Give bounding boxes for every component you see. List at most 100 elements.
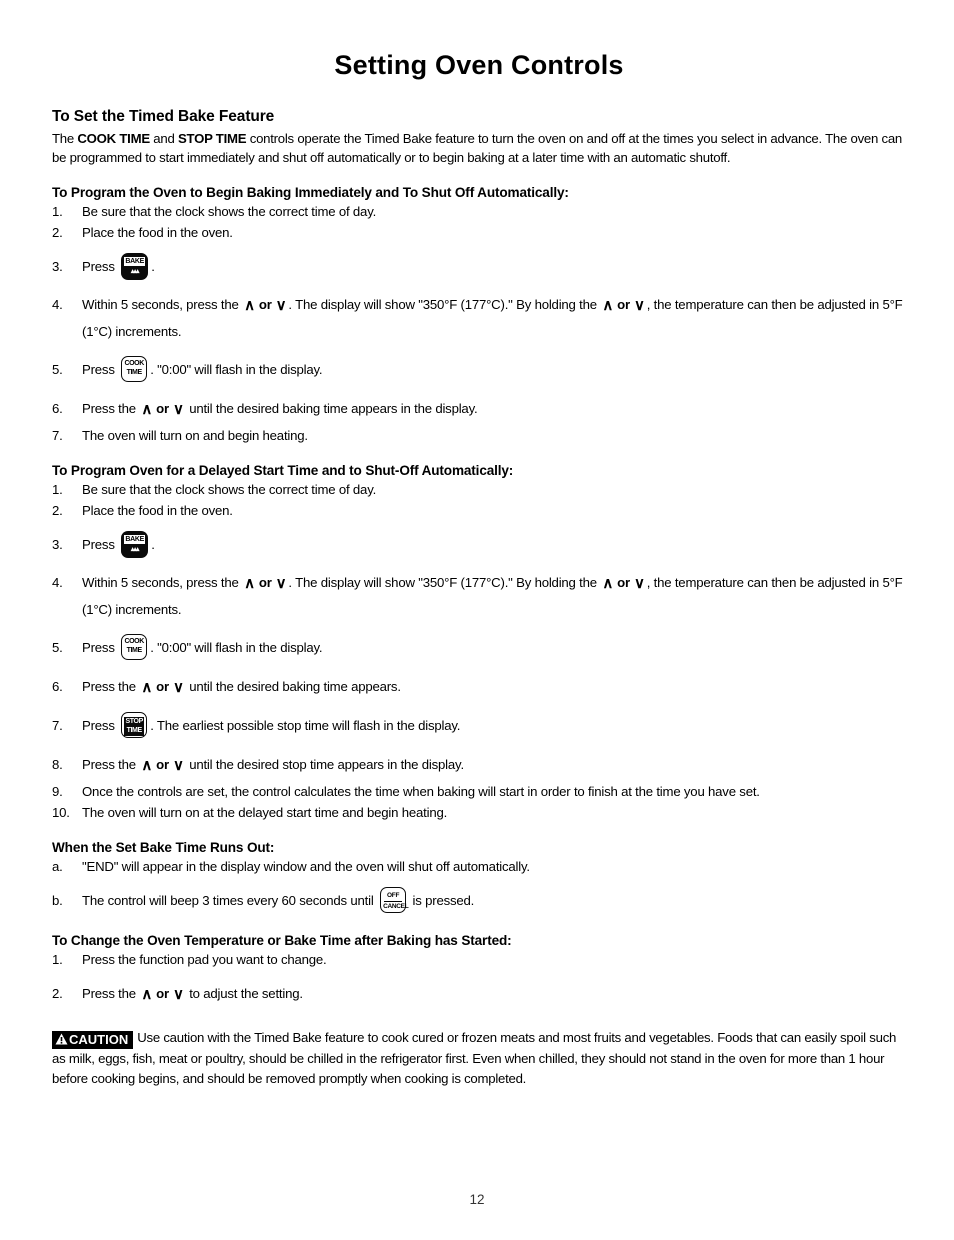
step-text-post: to adjust the setting. — [185, 986, 303, 1001]
stop-time-line-1: STOP — [125, 718, 144, 725]
step-text-pre: Press the — [82, 757, 140, 772]
chevron-up-icon[interactable]: ∧ — [139, 402, 154, 417]
list-item: 4. Within 5 seconds, press the ∧ or ∨. The … — [52, 569, 906, 623]
step-text-pre: Press the — [82, 679, 140, 694]
list-item: 5. Press COOK TIME . "0:00" will flash in t… — [52, 355, 906, 384]
step-text-pre: Press the — [82, 986, 140, 1001]
cook-time-pad-icon[interactable]: COOK TIME — [121, 356, 148, 382]
step-number: 7. — [52, 428, 63, 443]
step-text-mid: . The display will show "350°F (177°C)."… — [288, 575, 601, 590]
list-item: b. The control will beep 3 times every 60… — [52, 886, 906, 915]
intro-mid: and — [149, 131, 178, 146]
chevron-up-icon[interactable]: ∧ — [139, 758, 154, 773]
step-text-post: . — [151, 537, 155, 552]
chevron-up-icon[interactable]: ∧ — [600, 576, 615, 591]
step-text: Once the controls are set, the control c… — [82, 784, 760, 799]
list-item: 7. The oven will turn on and begin heatin… — [52, 426, 906, 445]
list-item: 7. Press STOP TIME . The earliest possible … — [52, 711, 906, 740]
step-number: 2. — [52, 225, 63, 240]
list-item: 5. Press COOK TIME . "0:00" will flash in t… — [52, 633, 906, 662]
chevron-down-icon[interactable]: ∨ — [632, 298, 647, 313]
off-cancel-pad-label: OFF CANCEL — [383, 892, 409, 911]
or-label: or — [156, 986, 169, 1001]
step-text: The oven will turn on and begin heating. — [82, 428, 308, 443]
list-item: 3. Press BAKE ▴▴▴. — [52, 252, 906, 281]
page-content: Setting Oven Controls To Set the Timed B… — [52, 0, 906, 1088]
caution-text: Use caution with the Timed Bake feature … — [52, 1030, 897, 1086]
step-number: 2. — [52, 986, 63, 1001]
chevron-up-icon[interactable]: ∧ — [600, 298, 615, 313]
caution-badge-label: CAUTION — [69, 1032, 129, 1047]
cook-time-pad-label: COOK TIME — [123, 360, 145, 377]
step-text: Press the function pad you want to chang… — [82, 952, 327, 967]
step-text-pre: Within 5 seconds, press the — [82, 575, 243, 590]
intro-bold-stop-time: STOP TIME — [177, 131, 247, 146]
chevron-down-icon[interactable]: ∨ — [632, 576, 647, 591]
step-number: 1. — [52, 482, 63, 497]
step-text: Be sure that the clock shows the correct… — [82, 204, 377, 219]
chevron-down-icon[interactable]: ∨ — [171, 987, 186, 1002]
chevron-up-icon[interactable]: ∧ — [139, 987, 154, 1002]
step-text-pre: Press the — [82, 401, 140, 416]
list-item: 2. Place the food in the oven. — [52, 223, 906, 242]
steps-change-temperature: 1. Press the function pad you want to cha… — [52, 950, 906, 1008]
cook-time-line-1: COOK — [124, 360, 144, 367]
page-number: 12 — [469, 1192, 485, 1207]
chevron-up-icon[interactable]: ∧ — [242, 576, 257, 591]
list-item: 10. The oven will turn on at the delayed … — [52, 803, 906, 822]
step-text: Place the food in the oven. — [82, 225, 233, 240]
list-item: 4. Within 5 seconds, press the ∧ or ∨. The … — [52, 291, 906, 345]
step-text-post: is pressed. — [409, 893, 475, 908]
step-text-post: . "0:00" will flash in the display. — [150, 362, 323, 377]
list-item: 1. Press the function pad you want to cha… — [52, 950, 906, 969]
caution-badge: CAUTION — [52, 1031, 134, 1049]
step-number: 6. — [52, 679, 63, 694]
chevron-down-icon[interactable]: ∨ — [274, 576, 289, 591]
chevron-up-icon[interactable]: ∧ — [242, 298, 257, 313]
step-number: 5. — [52, 362, 63, 377]
stop-time-pad-icon[interactable]: STOP TIME — [121, 712, 148, 738]
step-number: 2. — [52, 503, 63, 518]
step-text-post: until the desired baking time appears in… — [185, 401, 478, 416]
chevron-down-icon[interactable]: ∨ — [171, 758, 186, 773]
chevron-down-icon[interactable]: ∨ — [171, 402, 186, 417]
list-item: 1. Be sure that the clock shows the corre… — [52, 202, 906, 221]
bake-pad-icon[interactable]: BAKE ▴▴▴ — [121, 253, 149, 280]
warning-triangle-icon — [55, 1033, 68, 1045]
step-number: 3. — [52, 537, 63, 552]
cook-time-line-2: TIME — [126, 368, 143, 376]
list-item: 8. Press the ∧ or ∨ until the desired stop … — [52, 750, 906, 779]
step-text-pre: Press — [82, 362, 119, 377]
step-text-post: until the desired baking time appears. — [185, 679, 401, 694]
subheading-begin-immediately: To Program the Oven to Begin Baking Imme… — [52, 185, 569, 200]
off-cancel-pad-icon[interactable]: OFF CANCEL — [380, 887, 409, 913]
step-text-post: . — [151, 259, 155, 274]
or-label: or — [156, 401, 169, 416]
list-item: 9. Once the controls are set, the control… — [52, 782, 906, 801]
steps-bake-time-runs-out: a. "END" will appear in the display windo… — [52, 857, 906, 915]
step-text: "END" will appear in the display window … — [82, 859, 530, 874]
bake-pad-label: BAKE — [124, 257, 146, 266]
subheading-delayed-start: To Program Oven for a Delayed Start Time… — [52, 463, 514, 478]
bake-coil-icon: ▴▴▴ — [130, 546, 140, 553]
step-text: Place the food in the oven. — [82, 503, 233, 518]
step-text-pre: Within 5 seconds, press the — [82, 297, 243, 312]
stop-time-pad-label: STOP TIME — [124, 717, 145, 736]
step-number: 7. — [52, 718, 63, 733]
caution-block: CAUTION Use caution with the Timed Bake f… — [52, 1028, 906, 1088]
chevron-down-icon[interactable]: ∨ — [171, 680, 186, 695]
list-item: 2. Place the food in the oven. — [52, 501, 906, 520]
step-number: 8. — [52, 757, 63, 772]
cook-time-pad-icon[interactable]: COOK TIME — [121, 634, 148, 660]
step-number: 1. — [52, 952, 63, 967]
intro-paragraph: The COOK TIME and STOP TIME controls ope… — [52, 129, 906, 167]
bake-pad-icon[interactable]: BAKE ▴▴▴ — [121, 531, 149, 558]
intro-bold-cook-time: COOK TIME — [77, 131, 150, 146]
step-number: 3. — [52, 259, 63, 274]
chevron-down-icon[interactable]: ∨ — [274, 298, 289, 313]
chevron-up-icon[interactable]: ∧ — [139, 680, 154, 695]
or-label: or — [258, 575, 272, 590]
steps-delayed-start: 1. Be sure that the clock shows the corre… — [52, 480, 906, 822]
step-number: 6. — [52, 401, 63, 416]
list-item: 3. Press BAKE ▴▴▴. — [52, 530, 906, 559]
